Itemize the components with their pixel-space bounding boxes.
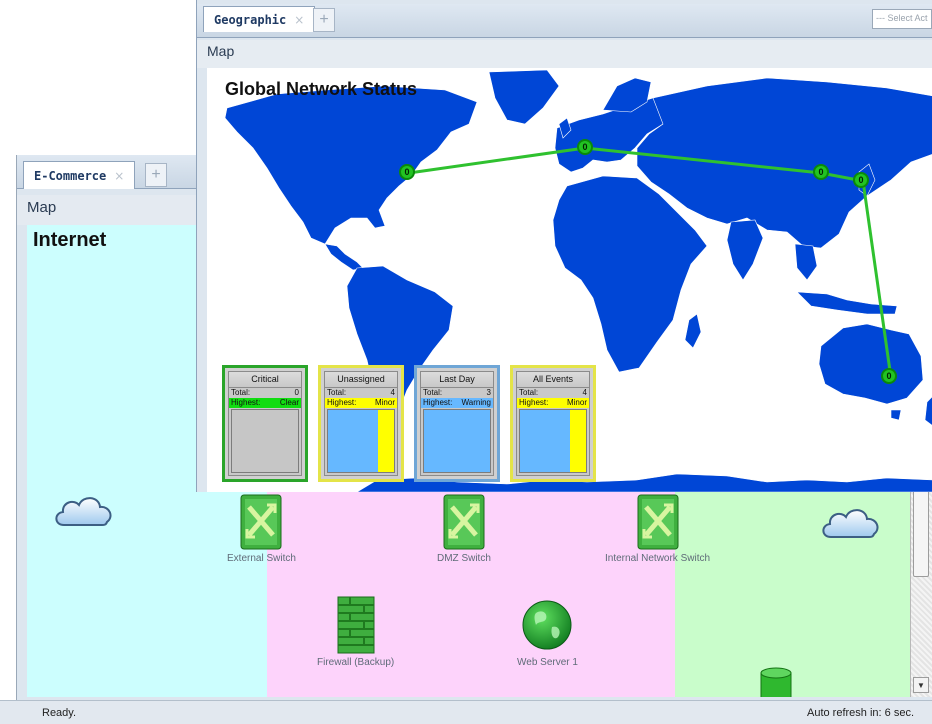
highest-label: Highest: <box>231 398 261 407</box>
network-switch-icon <box>240 494 282 550</box>
total-label: Total: <box>423 388 443 397</box>
app-root: E-Commerce × + Map Internet External Swi… <box>0 0 932 724</box>
node-label: Internal Network Switch <box>605 553 711 564</box>
highest-value: Clear <box>279 398 299 407</box>
geographic-pane-title: Map <box>197 40 932 68</box>
severity-bar-box <box>423 409 491 473</box>
panel-body: Unassigned Total: 4 Highest: Minor <box>324 371 398 476</box>
internal-network-switch-node[interactable]: Internal Network Switch <box>605 493 710 564</box>
panel-highest-row: Highest: Clear <box>229 398 301 408</box>
add-tab-button[interactable]: + <box>145 163 167 187</box>
geographic-window: Geographic × + --- Select Act Map Global… <box>196 0 932 492</box>
internet-zone-title: Internet <box>33 229 107 251</box>
panel-highest-row: Highest: Warning <box>421 398 493 408</box>
total-value: 4 <box>582 388 587 397</box>
panel-title: All Events <box>517 372 589 388</box>
site-node-japan[interactable]: 0 <box>853 172 869 188</box>
panel-body: Last Day Total: 3 Highest: Warning <box>420 371 494 476</box>
close-tab-icon[interactable]: × <box>294 13 304 27</box>
highest-value: Minor <box>374 398 395 407</box>
network-switch-icon <box>637 494 679 550</box>
node-label: Web Server 1 <box>517 657 578 668</box>
severity-bar-box <box>231 409 299 473</box>
total-label: Total: <box>231 388 251 397</box>
status-text: Ready. <box>42 707 77 719</box>
bar-minor <box>377 410 394 472</box>
bar-warning <box>328 410 378 472</box>
total-value: 0 <box>294 388 299 397</box>
status-bar: Ready. Auto refresh in: 6 sec. <box>0 700 932 724</box>
panel-title: Critical <box>229 372 301 388</box>
geographic-tabbar: Geographic × + --- Select Act <box>197 4 932 38</box>
site-count: 0 <box>818 167 824 177</box>
network-switch-icon <box>443 494 485 550</box>
globe-server-icon <box>522 600 572 650</box>
tab-ecommerce-label: E-Commerce <box>34 168 107 183</box>
firewall-icon <box>337 596 375 654</box>
panel-total-row: Total: 4 <box>517 388 589 398</box>
last-day-panel[interactable]: Last Day Total: 3 Highest: Warning <box>414 365 500 482</box>
panel-body: All Events Total: 4 Highest: Minor <box>516 371 590 476</box>
highest-value: Warning <box>461 398 492 407</box>
bar-warning <box>520 410 570 472</box>
geographic-map-canvas[interactable]: Global Network Status 0 0 0 0 0 Critical… <box>207 68 932 492</box>
node-label: External Switch <box>227 553 296 564</box>
panel-title: Unassigned <box>325 372 397 388</box>
site-count: 0 <box>886 371 892 381</box>
highest-label: Highest: <box>519 398 549 407</box>
bar-warning <box>424 410 490 472</box>
node-label: DMZ Switch <box>437 553 491 564</box>
panel-title: Last Day <box>421 372 493 388</box>
close-tab-icon[interactable]: × <box>114 169 124 183</box>
site-count: 0 <box>582 142 588 152</box>
panel-body: Critical Total: 0 Highest: Clear <box>228 371 302 476</box>
map-title: Global Network Status <box>225 79 418 99</box>
cloud-icon <box>822 509 879 538</box>
tab-geographic-label: Geographic <box>214 12 287 27</box>
scroll-down-arrow-icon[interactable]: ▼ <box>913 677 929 693</box>
total-label: Total: <box>519 388 539 397</box>
firewall-backup-node[interactable]: Firewall (Backup) <box>317 595 394 668</box>
node-label: Firewall (Backup) <box>317 657 395 668</box>
site-count: 0 <box>404 167 410 177</box>
site-node-new-york[interactable]: 0 <box>399 164 415 180</box>
external-switch-node[interactable]: External Switch <box>227 493 296 564</box>
highest-value: Minor <box>566 398 587 407</box>
panel-total-row: Total: 3 <box>421 388 493 398</box>
tab-geographic[interactable]: Geographic × <box>203 6 316 32</box>
panel-total-row: Total: 4 <box>325 388 397 398</box>
select-action-dropdown[interactable]: --- Select Act <box>872 9 932 29</box>
all-events-panel[interactable]: All Events Total: 4 Highest: Minor <box>510 365 596 482</box>
site-count: 0 <box>858 175 864 185</box>
site-node-china[interactable]: 0 <box>813 164 829 180</box>
add-tab-button[interactable]: + <box>313 8 335 32</box>
critical-panel[interactable]: Critical Total: 0 Highest: Clear <box>222 365 308 482</box>
severity-bar-box <box>327 409 395 473</box>
total-value: 3 <box>486 388 491 397</box>
plus-icon: + <box>151 166 161 183</box>
total-value: 4 <box>390 388 395 397</box>
cloud-icon <box>55 497 112 526</box>
highest-label: Highest: <box>327 398 357 407</box>
severity-bar-box <box>519 409 587 473</box>
tab-ecommerce[interactable]: E-Commerce × <box>23 161 136 189</box>
plus-icon: + <box>319 11 329 28</box>
panel-highest-row: Highest: Minor <box>517 398 589 408</box>
auto-refresh-countdown: Auto refresh in: 6 sec. <box>807 707 914 719</box>
site-node-europe[interactable]: 0 <box>577 139 593 155</box>
dmz-switch-node[interactable]: DMZ Switch <box>437 493 491 564</box>
panel-total-row: Total: 0 <box>229 388 301 398</box>
bar-minor <box>569 410 586 472</box>
unassigned-panel[interactable]: Unassigned Total: 4 Highest: Minor <box>318 365 404 482</box>
site-node-australia[interactable]: 0 <box>881 368 897 384</box>
database-icon[interactable] <box>760 667 792 697</box>
highest-label: Highest: <box>423 398 453 407</box>
panel-highest-row: Highest: Minor <box>325 398 397 408</box>
web-server-1-node[interactable]: Web Server 1 <box>517 597 578 668</box>
total-label: Total: <box>327 388 347 397</box>
